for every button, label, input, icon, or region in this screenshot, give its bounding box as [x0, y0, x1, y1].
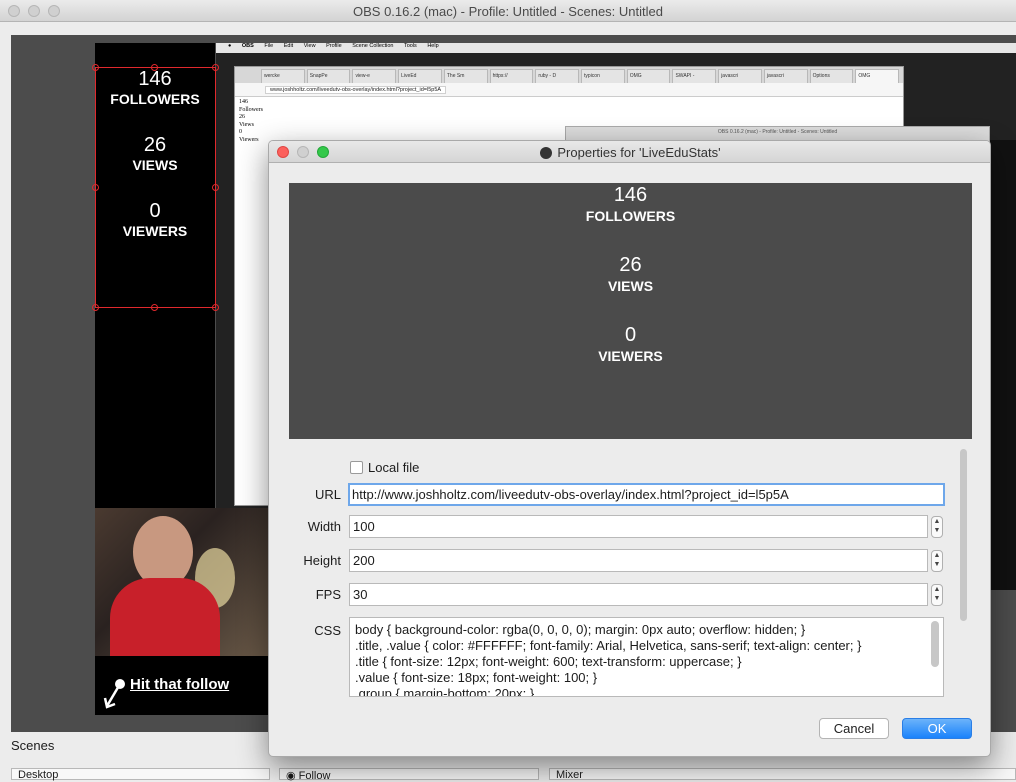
cancel-button[interactable]: Cancel	[819, 718, 889, 739]
page-line: Followers	[239, 106, 263, 113]
preview-views-label: VIEWS	[607, 278, 654, 294]
fps-input[interactable]: 30	[349, 583, 928, 606]
width-stepper[interactable]: ▲ ▼	[931, 516, 943, 538]
browser-url: www.joshholtz.com/liveedutv-obs-overlay/…	[265, 86, 447, 94]
browser-tab: javascri	[763, 69, 808, 83]
desktop-menu-obs: OBS	[241, 43, 254, 49]
browser-tab-strip: wercke SnapPe view-e LiveEd The Sm https…	[235, 67, 903, 83]
resize-handle-top-right[interactable]	[212, 64, 219, 71]
source-selection-box[interactable]	[95, 67, 216, 308]
browser-tab: Options	[809, 69, 854, 83]
local-file-checkbox[interactable]	[350, 461, 363, 474]
resize-handle-right[interactable]	[212, 184, 219, 191]
person-hoodie-shape	[110, 578, 220, 656]
fps-label: FPS	[315, 587, 341, 602]
preview-viewers-group: 0 VIEWERS	[289, 323, 972, 365]
preview-viewers-value: 0	[624, 324, 637, 346]
preview-viewers-label: VIEWERS	[598, 348, 663, 364]
source-item-label: Follow	[298, 770, 331, 782]
properties-dialog: Properties for 'LiveEduStats' 146 FOLLOW…	[268, 140, 991, 757]
properties-scrollbar[interactable]	[960, 449, 967, 621]
preview-followers-value: 146	[613, 184, 648, 206]
css-scrollbar[interactable]	[931, 621, 939, 667]
url-input[interactable]: http://www.joshholtz.com/liveedutv-obs-o…	[348, 483, 945, 506]
obs-logo-icon	[540, 147, 553, 159]
width-label: Width	[307, 519, 341, 534]
desktop-menu-bar: ● OBS File Edit View Profile Scene Colle…	[216, 43, 1016, 53]
page-line: 146	[239, 99, 248, 105]
browser-tab: typicon	[581, 69, 625, 83]
resize-handle-bottom-right[interactable]	[212, 304, 219, 311]
preview-followers-group: 146 FOLLOWERS	[289, 183, 972, 225]
browser-tab: ruby - D	[535, 69, 580, 83]
browser-tab: The Sm	[443, 69, 488, 83]
dialog-title-bar: Properties for 'LiveEduStats'	[269, 141, 990, 163]
url-label: URL	[314, 487, 341, 502]
resize-handle-top-left[interactable]	[92, 64, 99, 71]
browser-tab-active: OMG	[855, 69, 900, 83]
nested-obs-title: OBS 0.16.2 (mac) - Profile: Untitled - S…	[717, 129, 838, 135]
desktop-menu-file: File	[264, 43, 274, 49]
css-label: CSS	[314, 623, 341, 638]
height-input[interactable]: 200	[349, 549, 928, 572]
desktop-menu-tools: Tools	[403, 43, 417, 49]
height-label: Height	[303, 553, 341, 568]
dialog-preview: 146 FOLLOWERS 26 VIEWS 0 VIEWERS	[289, 183, 972, 439]
css-textarea[interactable]: body { background-color: rgba(0, 0, 0, 0…	[349, 617, 944, 697]
browser-address-bar: www.joshholtz.com/liveedutv-obs-overlay/…	[235, 83, 903, 97]
scene-item-label: Desktop	[18, 769, 59, 781]
pointer-arrow-icon	[103, 679, 125, 709]
follow-banner: Hit that follow	[95, 656, 270, 715]
dialog-title: Properties for 'LiveEduStats'	[269, 145, 990, 160]
desktop-menu-profile: Profile	[326, 43, 342, 49]
local-file-label[interactable]: Local file	[368, 460, 419, 475]
webcam-source[interactable]	[95, 508, 270, 656]
preview-views-group: 26 VIEWS	[289, 253, 972, 295]
desktop-menu-edit: Edit	[283, 43, 294, 49]
source-item-follow[interactable]: ◉ Follow	[279, 768, 539, 782]
browser-tab: SnapPe	[306, 69, 351, 83]
ok-button[interactable]: OK	[902, 718, 972, 739]
mixer-label: Mixer	[556, 769, 583, 781]
main-title-bar: OBS 0.16.2 (mac) - Profile: Untitled - S…	[0, 0, 1016, 22]
apple-icon: ●	[228, 43, 232, 49]
browser-tab: OMG	[626, 69, 671, 83]
resize-handle-left[interactable]	[92, 184, 99, 191]
eye-icon[interactable]: ◉	[286, 770, 299, 782]
resize-handle-bottom-left[interactable]	[92, 304, 99, 311]
scene-item-desktop[interactable]: Desktop	[11, 768, 270, 781]
browser-tab: https://	[489, 69, 534, 83]
browser-tab: SWAPI -	[672, 69, 717, 83]
scenes-label: Scenes	[11, 738, 55, 753]
follow-banner-text: Hit that follow	[130, 676, 230, 693]
browser-tab: view-e	[352, 69, 397, 83]
page-line: 26	[239, 114, 245, 120]
window-title: OBS 0.16.2 (mac) - Profile: Untitled - S…	[353, 4, 663, 19]
fps-stepper[interactable]: ▲ ▼	[931, 584, 943, 606]
mixer-panel: Mixer	[549, 768, 1016, 781]
preview-views-value: 26	[619, 254, 642, 276]
height-stepper[interactable]: ▲ ▼	[931, 550, 943, 572]
resize-handle-top[interactable]	[151, 64, 158, 71]
browser-tab: wercke	[261, 69, 305, 83]
desktop-menu-view: View	[303, 43, 316, 49]
browser-tab: javascri	[718, 69, 762, 83]
desktop-menu-help: Help	[427, 43, 439, 49]
dialog-title-text: Properties for 'LiveEduStats'	[557, 145, 721, 160]
desktop-menu-scene-collection: Scene Collection	[352, 43, 394, 49]
resize-handle-bottom[interactable]	[151, 304, 158, 311]
browser-tab: LiveEd	[398, 69, 442, 83]
width-input[interactable]: 100	[349, 515, 928, 538]
nested-obs-mixer-strip	[990, 140, 1016, 590]
preview-followers-label: FOLLOWERS	[585, 208, 676, 224]
